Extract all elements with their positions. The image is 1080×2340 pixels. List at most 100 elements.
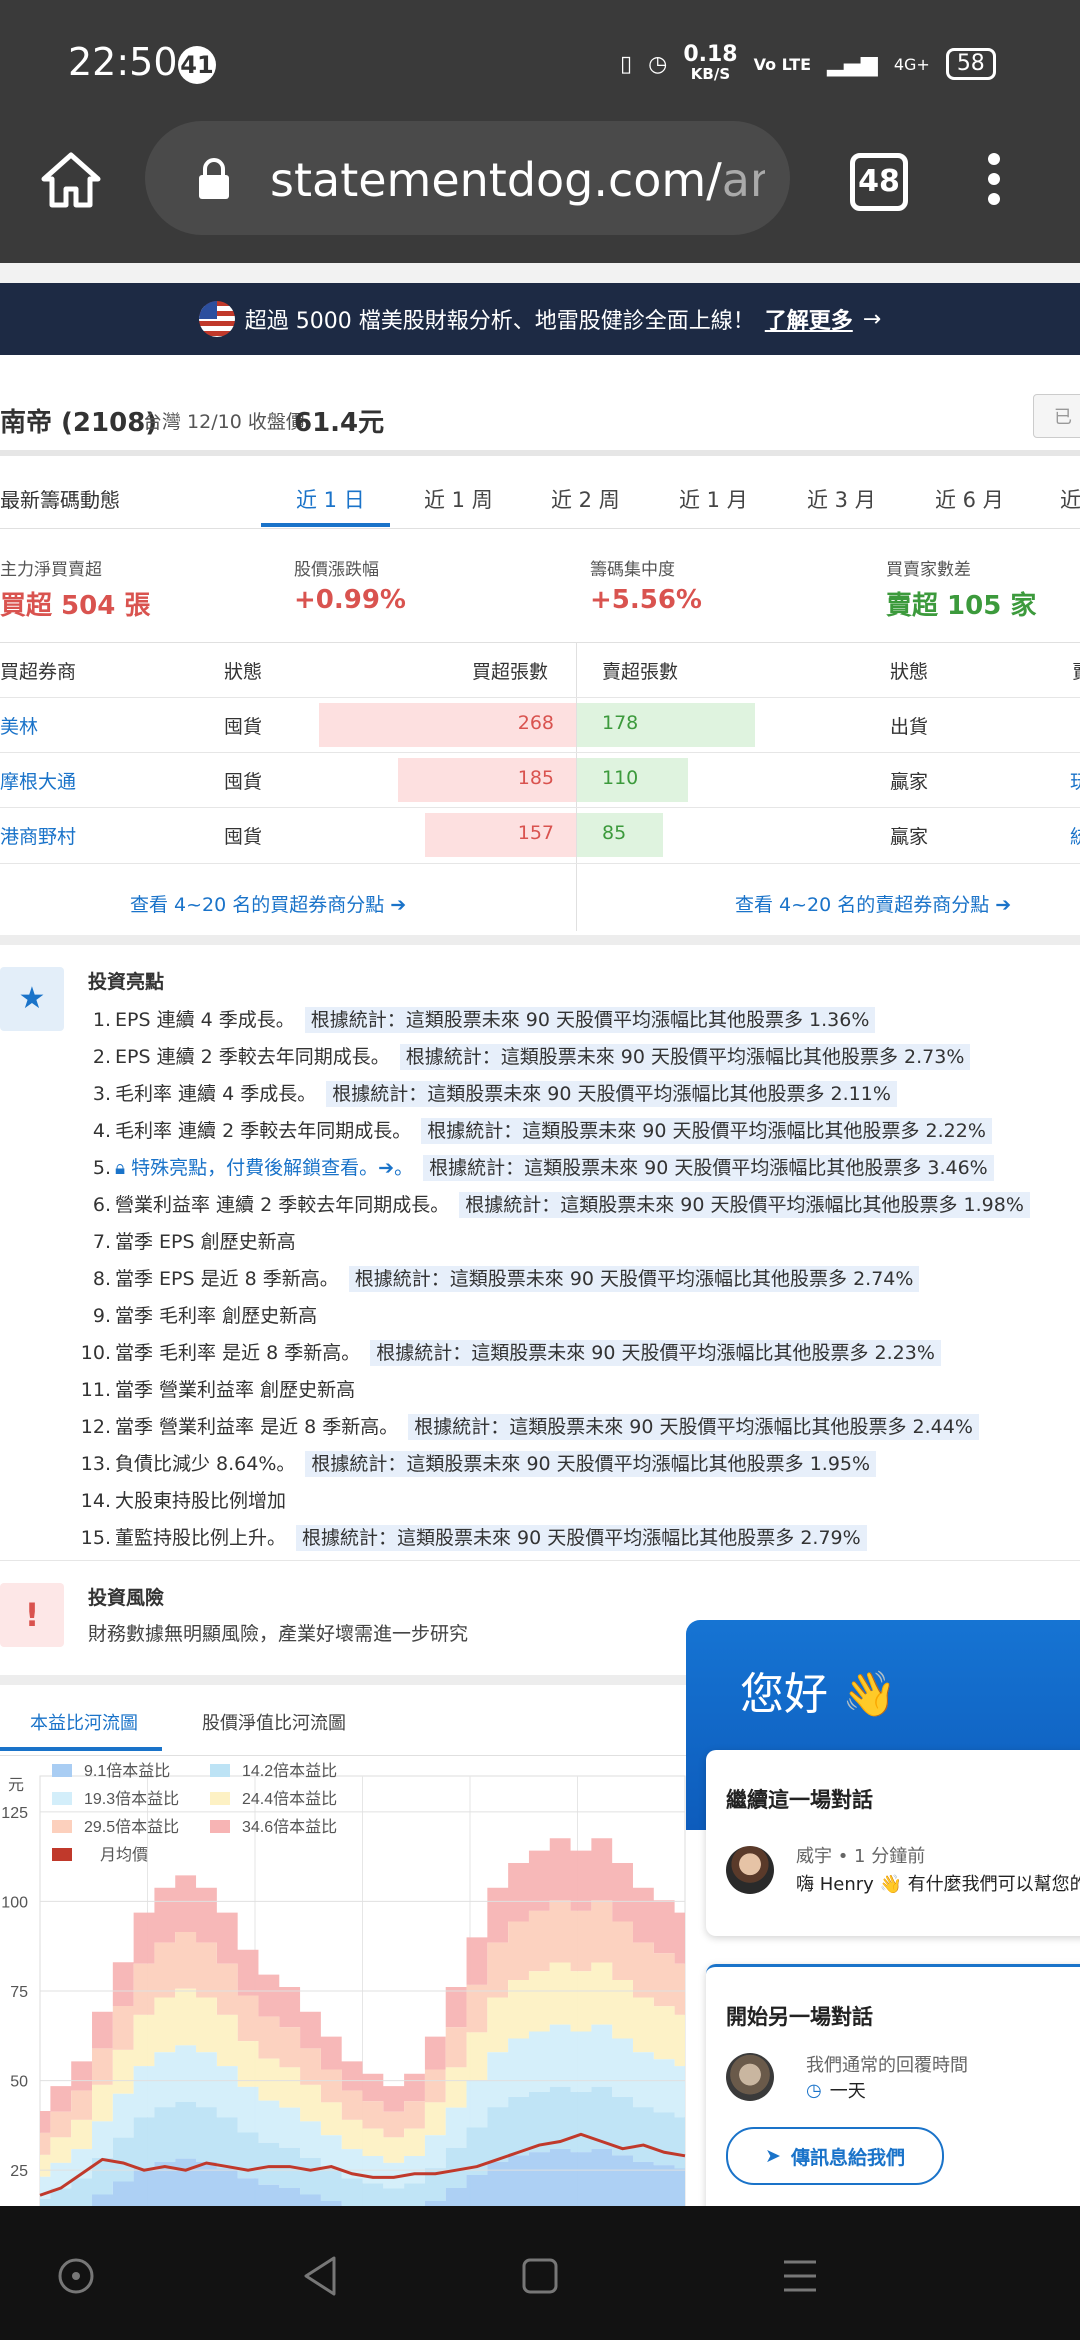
investment-highlights: ★ 投資亮點 1. EPS 連續 4 季成長。 根據統計：這類股票未來 90 天股價… xyxy=(0,935,1080,1570)
chat-greeting: 您好 👋 xyxy=(740,1669,897,1720)
tab-pb-river[interactable]: 股價淨值比河流圖 xyxy=(202,1709,346,1735)
highlight-item: 14. 大股東持股比例增加 xyxy=(75,1486,286,1513)
buy-broker-link[interactable]: 美林 xyxy=(0,712,38,739)
broker-table: 買超券商 狀態 買超張數 賣超張數 狀態 賣 美林 囤貨 268 178 出貨 … xyxy=(0,642,1080,931)
highlight-text: 毛利率 連續 4 季成長。 xyxy=(115,1083,317,1105)
home-icon[interactable] xyxy=(40,151,102,209)
tab-3m[interactable]: 近 3 月 xyxy=(807,484,876,514)
status-bar: 22:50 41 ▯ ◷ 0.18 KB/S Vo LTE ▂▄▆ 4G+ 58 xyxy=(0,0,1080,115)
buy-status: 囤貨 xyxy=(224,716,263,738)
continue-conversation-card[interactable]: 繼續這一場對話 威宇 • 1 分鐘前 嗨 Henry 👋 有什麼我們可以幫您的 xyxy=(706,1750,1080,1936)
highlight-stat: 根據統計：這類股票未來 90 天股價平均漲幅比其他股票多 2.44% xyxy=(408,1414,979,1440)
section-title: 最新籌碼動態 xyxy=(0,488,120,512)
more-buy-brokers-link[interactable]: 查看 4~20 名的買超券商分點 ➔ xyxy=(130,890,406,917)
menu-icon[interactable] xyxy=(780,2258,820,2294)
highlight-text[interactable]: 特殊亮點，付費後解鎖查看。➔。 xyxy=(131,1157,413,1179)
chat-widget: 您好 👋 繼續這一場對話 威宇 • 1 分鐘前 嗨 Henry 👋 有什麼我們可… xyxy=(686,1620,1080,2247)
highlight-number: 12. xyxy=(80,1416,111,1438)
sell-broker-link[interactable]: 統 xyxy=(1070,822,1080,849)
us-stock-banner[interactable]: 超過 5000 檔美股財報分析、地雷股健診全面上線！ 了解更多 → xyxy=(0,283,1080,355)
highlight-stat: 根據統計：這類股票未來 90 天股價平均漲幅比其他股票多 2.11% xyxy=(326,1081,897,1107)
more-menu-icon[interactable] xyxy=(988,153,1000,205)
back-icon[interactable] xyxy=(300,2254,340,2298)
highlight-number: 11. xyxy=(80,1379,111,1401)
col-buy-broker: 買超券商 xyxy=(0,661,77,683)
tab-6m[interactable]: 近 6 月 xyxy=(935,484,1004,514)
star-icon: ★ xyxy=(0,967,64,1031)
table-row: 美林 囤貨 268 178 出貨 xyxy=(0,697,1080,753)
buy-broker-link[interactable]: 摩根大通 xyxy=(0,767,76,794)
highlight-text: 營業利益率 連續 2 季較去年同期成長。 xyxy=(115,1194,450,1216)
avatar xyxy=(726,2053,774,2101)
highlight-number: 8. xyxy=(92,1268,111,1290)
signal-icon: ▂▄▆ xyxy=(827,51,878,77)
highlight-item: 15. 董監持股比例上升。 根據統計：這類股票未來 90 天股價平均漲幅比其他股票多… xyxy=(75,1523,867,1551)
url-text[interactable]: statementdog.com/ana xyxy=(270,153,765,207)
home-nav-icon[interactable] xyxy=(56,2256,96,2296)
highlight-stat: 根據統計：這類股票未來 90 天股價平均漲幅比其他股票多 2.74% xyxy=(348,1266,920,1292)
tab-more[interactable]: 近 xyxy=(1060,484,1080,514)
banner-text: 超過 5000 檔美股財報分析、地雷股健診全面上線！ xyxy=(244,309,755,334)
sell-broker-link[interactable]: 玩 xyxy=(1070,767,1080,794)
highlight-stat: 根據統計：這類股票未來 90 天股價平均漲幅比其他股票多 2.73% xyxy=(399,1044,971,1070)
highlight-number: 7. xyxy=(92,1231,111,1253)
buy-count: 185 xyxy=(517,767,554,789)
highlight-text: 當季 營業利益率 是近 8 季新高。 xyxy=(115,1416,399,1438)
highlight-item: 8. 當季 EPS 是近 8 季新高。 根據統計：這類股票未來 90 天股價平均漲幅… xyxy=(75,1264,920,1292)
highlight-text: EPS 連續 4 季成長。 xyxy=(115,1009,295,1031)
metric-value: +5.56% xyxy=(590,585,702,615)
highlight-stat: 根據統計：這類股票未來 90 天股價平均漲幅比其他股票多 2.22% xyxy=(421,1118,992,1144)
tab-1d[interactable]: 近 1 日 xyxy=(296,484,365,514)
legend-label: 24.4倍本益比 xyxy=(242,1790,337,1808)
follow-button[interactable]: 已 xyxy=(1033,394,1080,438)
col-sell-status: 狀態 xyxy=(890,661,929,683)
risk-title: 投資風險 xyxy=(88,1587,165,1609)
sell-status: 贏家 xyxy=(890,771,929,793)
highlight-stat: 根據統計：這類股票未來 90 天股價平均漲幅比其他股票多 2.23% xyxy=(370,1340,941,1366)
send-message-button[interactable]: ➤ 傳訊息給我們 xyxy=(726,2127,944,2185)
metric-label: 籌碼集中度 xyxy=(590,560,675,580)
highlight-item[interactable]: 5. 🔒︎ 特殊亮點，付費後解鎖查看。➔。 根據統計：這類股票未來 90 天股價平均… xyxy=(75,1153,994,1181)
sell-status: 出貨 xyxy=(890,716,929,738)
page-top-strip xyxy=(0,263,1080,283)
highlight-item: 12. 當季 營業利益率 是近 8 季新高。 根據統計：這類股票未來 90 天股價平… xyxy=(75,1412,979,1440)
legend-label: 月均價 xyxy=(100,1846,148,1864)
legend-label: 9.1倍本益比 xyxy=(84,1762,170,1780)
highlights-title: 投資亮點 xyxy=(88,971,165,993)
send-icon: ➤ xyxy=(765,2145,781,2167)
col-buy-status: 狀態 xyxy=(224,661,263,683)
stock-header: 南帝 (2108) 台灣 12/10 收盤價 61.4元 已 xyxy=(0,380,1080,456)
y-tick-label: 75 xyxy=(10,1984,28,2001)
highlight-item: 11. 當季 營業利益率 創歷史新高 xyxy=(75,1375,355,1402)
highlight-text: 當季 營業利益率 創歷史新高 xyxy=(115,1379,356,1401)
highlight-number: 9. xyxy=(92,1305,111,1327)
sell-count: 178 xyxy=(602,712,639,734)
notification-badge: 41 xyxy=(178,46,216,84)
status-icons: ▯ ◷ 0.18 KB/S Vo LTE ▂▄▆ 4G+ 58 xyxy=(620,43,996,84)
highlight-number: 6. xyxy=(92,1194,111,1216)
y-axis-label: 元 xyxy=(8,1777,24,1794)
recents-icon[interactable] xyxy=(520,2256,560,2296)
legend-swatch xyxy=(210,1820,230,1833)
highlight-text: 當季 毛利率 創歷史新高 xyxy=(115,1305,318,1327)
highlight-number: 15. xyxy=(80,1527,111,1549)
highlight-item: 13. 負債比減少 8.64%。 根據統計：這類股票未來 90 天股價平均漲幅比其他… xyxy=(75,1449,877,1477)
tab-1w[interactable]: 近 1 周 xyxy=(424,484,493,514)
reply-time-value: 一天 xyxy=(829,2081,866,2102)
risk-text: 財務數據無明顯風險，產業好壞需進一步研究 xyxy=(88,1623,469,1645)
avatar xyxy=(726,1846,774,1894)
more-sell-brokers-link[interactable]: 查看 4~20 名的賣超券商分點 ➔ xyxy=(735,890,1011,917)
table-row: 摩根大通 囤貨 185 110 贏家 玩 xyxy=(0,752,1080,808)
tab-1m[interactable]: 近 1 月 xyxy=(679,484,748,514)
legend-label: 29.5倍本益比 xyxy=(84,1818,179,1836)
buy-broker-link[interactable]: 港商野村 xyxy=(0,822,76,849)
tab-2w[interactable]: 近 2 周 xyxy=(551,484,620,514)
highlight-number: 5. xyxy=(92,1157,111,1179)
banner-learn-more-link[interactable]: 了解更多 xyxy=(765,303,853,335)
legend-swatch xyxy=(52,1820,72,1833)
highlight-text: 毛利率 連續 2 季較去年同期成長。 xyxy=(115,1120,412,1142)
network-type: 4G+ xyxy=(893,54,930,74)
tab-pe-river[interactable]: 本益比河流圖 xyxy=(30,1709,138,1735)
tab-switcher-button[interactable]: 48 xyxy=(850,153,908,211)
last-message: 嗨 Henry 👋 有什麼我們可以幫您的 xyxy=(796,1874,1080,1895)
